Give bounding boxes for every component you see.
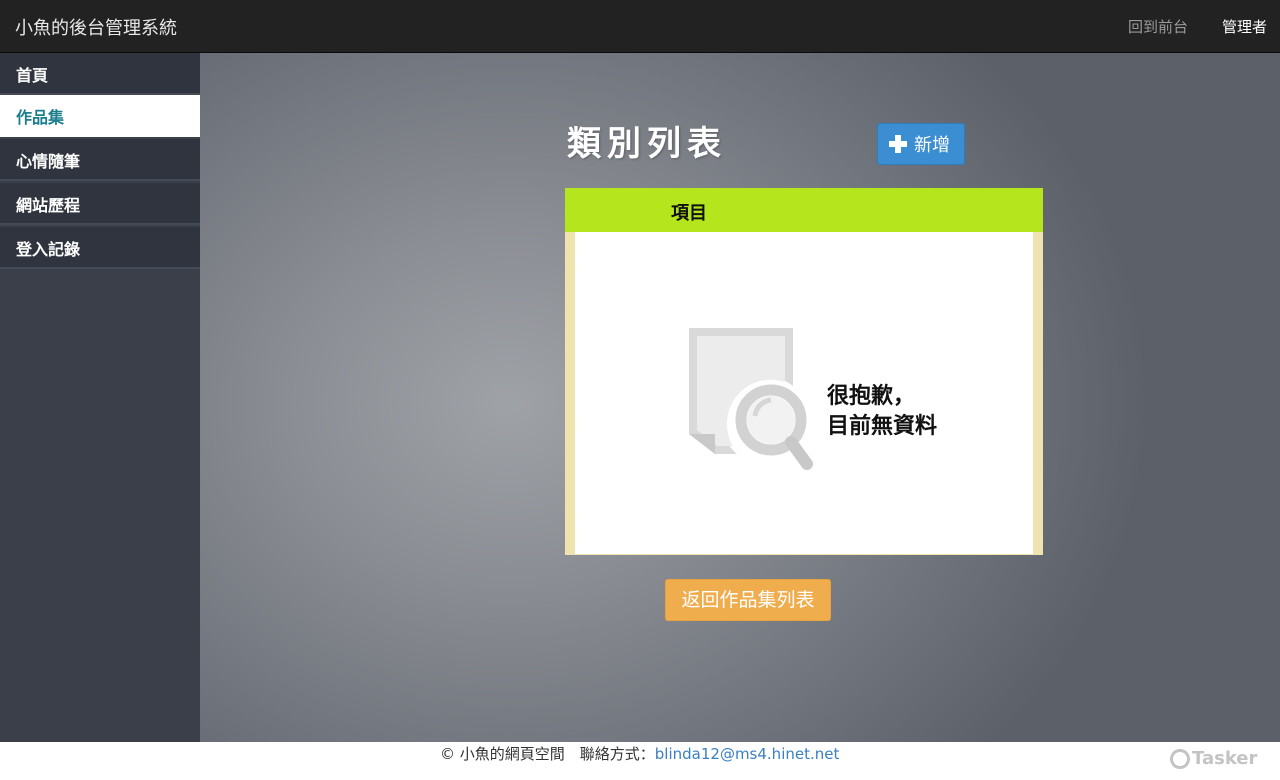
category-table: 項目 很抱歉， 目前無資料	[565, 188, 1043, 555]
sidebar-item-home[interactable]: 首頁	[0, 53, 200, 95]
empty-message: 很抱歉， 目前無資料	[827, 382, 937, 442]
top-navbar: 小魚的後台管理系統 回到前台 管理者	[0, 0, 1280, 53]
table-header: 項目	[565, 188, 1043, 232]
add-button[interactable]: 新增	[877, 123, 965, 165]
column-header-item: 項目	[671, 203, 707, 224]
add-button-label: 新增	[914, 135, 950, 156]
table-body: 很抱歉， 目前無資料	[575, 232, 1033, 554]
sidebar: 首頁 作品集 心情隨筆 網站歷程 登入記錄	[0, 53, 200, 742]
tasker-logo-icon	[1170, 748, 1190, 769]
footer-email-link[interactable]: blinda12@ms4.hinet.net	[655, 745, 840, 763]
page-title: 類別列表	[567, 124, 727, 164]
sidebar-item-essays[interactable]: 心情隨筆	[0, 139, 200, 181]
back-to-frontend-link[interactable]: 回到前台	[1128, 16, 1188, 37]
sidebar-item-portfolio[interactable]: 作品集	[0, 95, 200, 137]
plus-icon	[888, 134, 908, 154]
sidebar-item-site-history[interactable]: 網站歷程	[0, 183, 200, 225]
admin-menu-link[interactable]: 管理者	[1222, 16, 1267, 37]
footer: © 小魚的網頁空間 聯絡方式：blinda12@ms4.hinet.net Ta…	[0, 742, 1280, 780]
empty-message-line2: 目前無資料	[827, 414, 938, 439]
sidebar-item-login-records[interactable]: 登入記錄	[0, 227, 200, 269]
footer-copyright: © 小魚的網頁空間 聯絡方式：	[440, 745, 655, 763]
document-search-icon	[689, 328, 813, 470]
brand-title[interactable]: 小魚的後台管理系統	[15, 14, 177, 40]
footer-text: © 小魚的網頁空間 聯絡方式：blinda12@ms4.hinet.net	[440, 743, 839, 764]
empty-message-line1: 很抱歉，	[827, 384, 916, 409]
watermark-text: Tasker	[1192, 748, 1258, 769]
tasker-watermark: Tasker	[1170, 748, 1257, 769]
back-to-portfolio-button[interactable]: 返回作品集列表	[665, 579, 831, 621]
